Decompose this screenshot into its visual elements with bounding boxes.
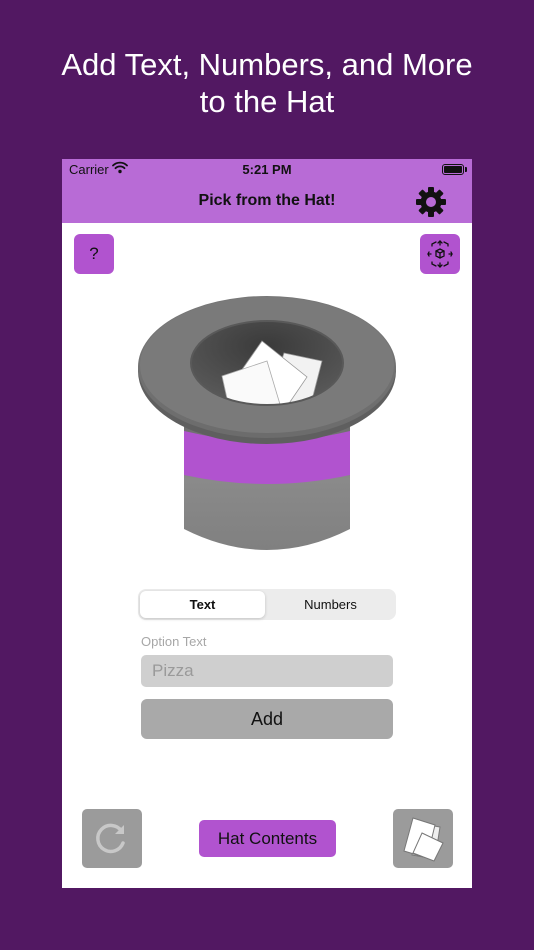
segment-numbers[interactable]: Numbers [268, 591, 393, 618]
refresh-icon [82, 823, 142, 872]
papers-icon [393, 817, 453, 872]
ar-button[interactable] [420, 234, 460, 274]
add-button[interactable]: Add [141, 699, 393, 739]
headline-line-1: Add Text, Numbers, and More [61, 47, 473, 82]
gear-icon[interactable] [414, 185, 448, 219]
reset-button[interactable] [82, 809, 142, 868]
battery-icon [442, 164, 467, 175]
headline-line-2: to the Hat [199, 84, 335, 119]
ar-cube-icon [420, 240, 460, 278]
status-bar: Carrier 5:21 PM [62, 159, 472, 181]
option-text-input[interactable] [141, 655, 393, 687]
headline: Add Text, Numbers, and More to the Hat [0, 46, 534, 120]
hat-illustration [132, 291, 402, 563]
draw-papers-button[interactable] [393, 809, 453, 868]
input-type-segmented-control: Text Numbers [138, 589, 396, 620]
phone-screen: Carrier 5:21 PM Pick from the Hat! ? Tex… [62, 159, 472, 888]
nav-title: Pick from the Hat! [198, 192, 336, 209]
help-button[interactable]: ? [74, 234, 114, 274]
option-text-label: Option Text [141, 634, 207, 649]
hat-contents-button[interactable]: Hat Contents [199, 820, 336, 857]
status-time: 5:21 PM [242, 162, 292, 177]
segment-text[interactable]: Text [140, 591, 265, 618]
nav-bar: Pick from the Hat! [62, 181, 472, 223]
